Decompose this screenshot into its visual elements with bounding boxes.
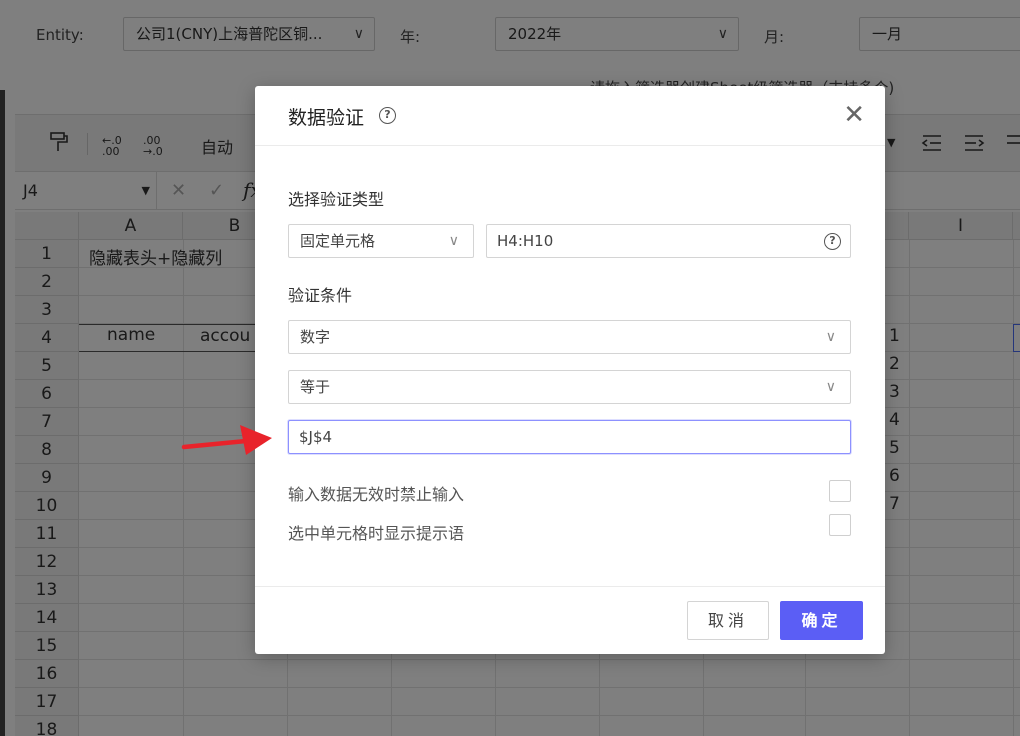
annotation-arrow-icon bbox=[181, 425, 272, 455]
